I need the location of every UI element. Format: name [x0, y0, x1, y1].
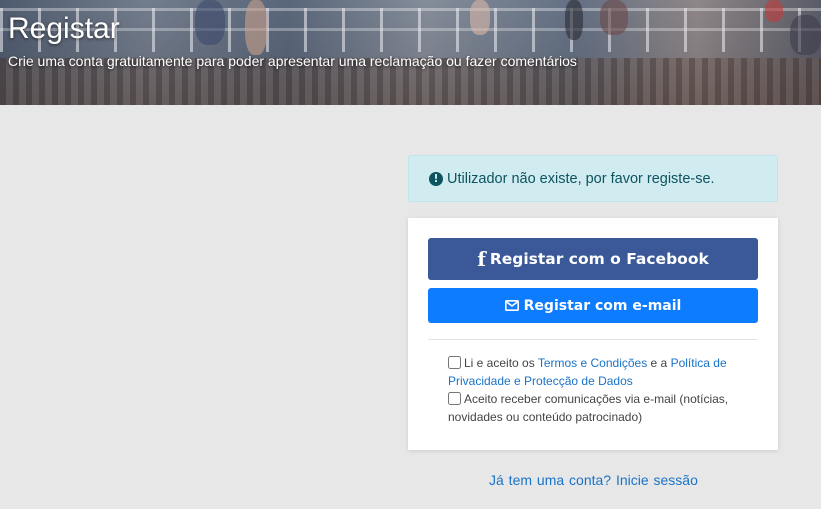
terms-checkbox[interactable]: [448, 356, 461, 369]
terms-prefix: Li e aceito os: [464, 356, 538, 370]
banner-background-figure: [765, 0, 783, 22]
exclamation-circle-icon: !: [429, 171, 443, 186]
banner-background-figure: [470, 0, 490, 35]
terms-consent-row: Li e aceito os Termos e Condições e a Po…: [448, 354, 748, 390]
banner-background-railing: [0, 8, 821, 52]
banner-background-figure: [790, 15, 821, 55]
page-title: Registar: [8, 12, 120, 45]
marketing-label: Aceito receber comunicações via e-mail (…: [448, 392, 729, 424]
banner-background-figure: [195, 0, 225, 45]
page-subtitle: Crie uma conta gratuitamente para poder …: [8, 53, 577, 69]
marketing-checkbox[interactable]: [448, 392, 461, 405]
login-prompt: Já tem uma conta? Inicie sessão: [489, 472, 698, 488]
register-email-label: Registar com e-mail: [523, 297, 682, 314]
facebook-icon: f: [477, 247, 486, 271]
banner-background-figure: [600, 0, 628, 35]
alert-message: Utilizador não existe, por favor registe…: [447, 170, 715, 187]
register-email-button[interactable]: Registar com e-mail: [428, 288, 758, 323]
marketing-consent-row: Aceito receber comunicações via e-mail (…: [448, 390, 748, 426]
login-link[interactable]: Inicie sessão: [616, 472, 698, 488]
envelope-icon: [504, 300, 519, 311]
register-facebook-label: Registar com o Facebook: [489, 250, 709, 268]
register-card: f Registar com o Facebook Registar com e…: [408, 218, 778, 450]
register-facebook-button[interactable]: f Registar com o Facebook: [428, 238, 758, 280]
terms-middle: e a: [647, 356, 671, 370]
terms-link[interactable]: Termos e Condições: [538, 356, 647, 370]
banner-background-figure: [245, 0, 267, 55]
consent-section: Li e aceito os Termos e Condições e a Po…: [448, 354, 748, 426]
divider: [428, 339, 758, 340]
header-banner: Registar Crie uma conta gratuitamente pa…: [0, 0, 821, 105]
banner-background-figure: [565, 0, 583, 40]
login-question-link[interactable]: Já tem uma conta?: [489, 472, 611, 488]
info-alert: ! Utilizador não existe, por favor regis…: [408, 155, 778, 202]
